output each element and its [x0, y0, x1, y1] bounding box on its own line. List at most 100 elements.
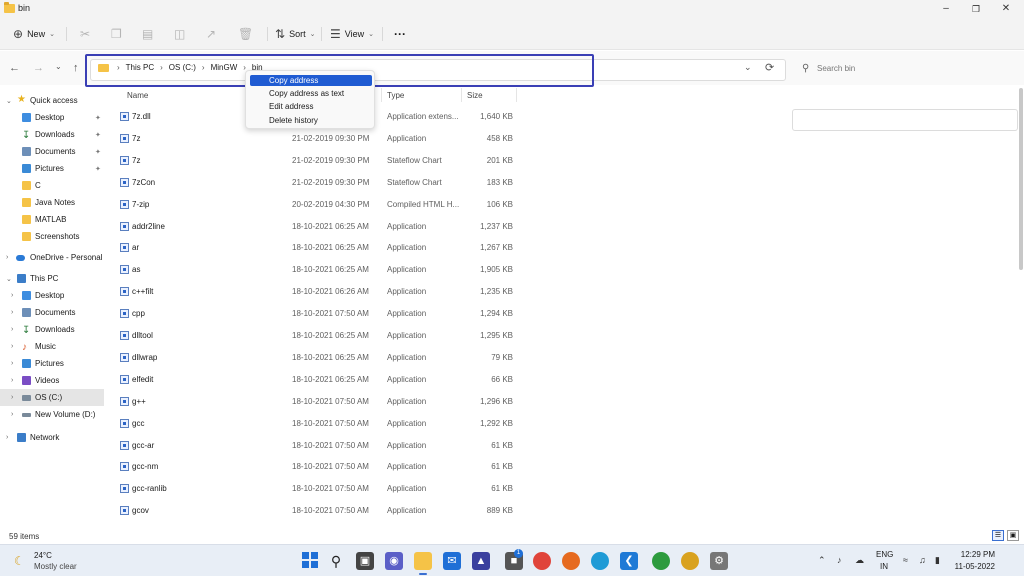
nav-os-c[interactable]: › OS (C:) — [0, 389, 104, 406]
column-header-size[interactable]: Size — [467, 91, 483, 100]
file-row[interactable]: 7zCon 21-02-2019 09:30 PM Stateflow Chart 1… — [106, 172, 626, 194]
copy-button[interactable]: ❐ — [111, 26, 122, 42]
chevron-right-icon[interactable]: › — [11, 411, 13, 418]
share-button[interactable]: ↗ — [206, 26, 216, 42]
nav-pictures[interactable]: Pictures ✦ — [0, 160, 104, 177]
microphone-icon[interactable]: ♪ — [837, 555, 842, 565]
nav-onedrive[interactable]: › OneDrive - Personal — [0, 249, 104, 266]
rename-button[interactable]: ◫ — [174, 26, 185, 42]
file-row[interactable]: gcc-nm 18-10-2021 07:50 AM Application 61 K… — [106, 456, 626, 478]
vertical-scrollbar[interactable] — [1019, 88, 1023, 270]
address-dropdown-icon[interactable]: ⌄ — [744, 62, 752, 73]
file-row[interactable]: addr2line 18-10-2021 06:25 AM Application 1… — [106, 216, 626, 238]
chrome-profile-icon[interactable] — [652, 552, 670, 570]
view-button[interactable]: ☰ View ⌄ — [330, 26, 374, 42]
chrome-icon[interactable] — [533, 552, 551, 570]
nav-matlab[interactable]: MATLAB — [0, 211, 104, 228]
nav-pc-downloads[interactable]: › ↧ Downloads — [0, 321, 104, 338]
column-divider[interactable] — [461, 88, 462, 102]
chevron-right-icon[interactable]: › — [11, 343, 13, 350]
menu-item-copy-address-as-text[interactable]: Copy address as text — [250, 88, 372, 99]
nav-this-pc[interactable]: ⌄ This PC — [0, 270, 104, 287]
file-row[interactable]: as 18-10-2021 06:25 AM Application 1,905 KB — [106, 259, 626, 281]
nav-documents[interactable]: Documents ✦ — [0, 143, 104, 160]
back-arrow-icon[interactable]: ← — [9, 62, 20, 74]
up-arrow-icon[interactable]: ↑ — [73, 62, 79, 74]
file-row[interactable]: dllwrap 18-10-2021 06:25 AM Application 79 … — [106, 347, 626, 369]
file-row[interactable]: gcc-ar 18-10-2021 07:50 AM Application 61 K… — [106, 435, 626, 457]
chat-icon[interactable]: ◉ — [385, 552, 403, 570]
vscode-icon[interactable]: ❮ — [620, 552, 638, 570]
file-row[interactable]: ar 18-10-2021 06:25 AM Application 1,267 KB — [106, 237, 626, 259]
menu-item-edit-address[interactable]: Edit address — [250, 101, 372, 112]
pin-icon[interactable]: ✦ — [95, 114, 101, 122]
column-header-name[interactable]: Name — [127, 91, 148, 100]
nav-desktop[interactable]: Desktop ✦ — [0, 109, 104, 126]
file-row[interactable]: gcov 18-10-2021 07:50 AM Application 889 KB — [106, 500, 626, 522]
column-header-type[interactable]: Type — [387, 91, 404, 100]
chevron-right-icon[interactable]: › — [11, 309, 13, 316]
close-button[interactable]: ✕ — [996, 2, 1016, 16]
chevron-up-icon[interactable]: ⌃ — [818, 555, 826, 566]
weather-temperature[interactable]: 24°C — [34, 551, 52, 560]
cloud-icon[interactable]: ☁ — [855, 555, 864, 566]
moon-weather-icon[interactable]: ☾ — [14, 554, 25, 568]
details-view-icon[interactable]: ☰ — [992, 530, 1004, 541]
forward-arrow-icon[interactable]: → — [33, 62, 44, 74]
nav-music[interactable]: › ♪ Music — [0, 338, 104, 355]
paste-button[interactable]: ▤ — [142, 26, 153, 42]
chevron-right-icon[interactable]: › — [11, 360, 13, 367]
clock-date[interactable]: 11-05-2022 — [953, 562, 995, 571]
column-divider[interactable] — [516, 88, 517, 102]
chevron-right-icon[interactable]: › — [11, 292, 13, 299]
new-button[interactable]: ⊕ New ⌄ — [13, 26, 55, 42]
language-indicator[interactable]: ENG — [876, 550, 893, 559]
menu-item-copy-address[interactable]: Copy address — [250, 75, 372, 86]
pin-icon[interactable]: ✦ — [95, 131, 101, 139]
nav-pc-desktop[interactable]: › Desktop — [0, 287, 104, 304]
sort-button[interactable]: ⇅ Sort ⌄ — [275, 26, 315, 42]
chevron-down-icon[interactable]: ⌄ — [6, 97, 12, 105]
nav-downloads[interactable]: ↧ Downloads ✦ — [0, 126, 104, 143]
nav-new-volume[interactable]: › New Volume (D:) — [0, 406, 104, 423]
chevron-right-icon[interactable]: › — [6, 254, 8, 261]
file-row[interactable]: elfedit 18-10-2021 06:25 AM Application 66 … — [106, 369, 626, 391]
region-indicator[interactable]: IN — [880, 562, 888, 571]
pin-icon[interactable]: ✦ — [95, 148, 101, 156]
weather-condition[interactable]: Mostly clear — [34, 562, 77, 571]
search-icon[interactable]: ⚲ — [327, 552, 345, 570]
edge-icon[interactable] — [591, 552, 609, 570]
start-windows-icon[interactable] — [301, 552, 319, 570]
chevron-right-icon[interactable]: › — [11, 377, 13, 384]
search-input[interactable] — [792, 109, 1018, 131]
recent-chevron-icon[interactable]: ⌄ — [55, 62, 62, 71]
nav-quick-access[interactable]: ⌄ ★ Quick access — [0, 92, 104, 109]
pin-icon[interactable]: ✦ — [95, 165, 101, 173]
file-row[interactable]: 7-zip 20-02-2019 04:30 PM Compiled HTML H.… — [106, 194, 626, 216]
nav-videos[interactable]: › Videos — [0, 372, 104, 389]
file-row[interactable]: c++filt 18-10-2021 06:26 AM Application 1,2… — [106, 281, 626, 303]
tiles-view-icon[interactable]: ▣ — [1007, 530, 1019, 541]
chrome-profile-icon[interactable] — [681, 552, 699, 570]
file-row[interactable]: gcc-ranlib 18-10-2021 07:50 AM Application… — [106, 478, 626, 500]
file-row[interactable]: dlltool 18-10-2021 06:25 AM Application 1,2… — [106, 325, 626, 347]
restore-button[interactable]: ❐ — [966, 2, 986, 16]
menu-item-delete-history[interactable]: Delete history — [250, 115, 372, 126]
column-divider[interactable] — [381, 88, 382, 102]
chevron-right-icon[interactable]: › — [11, 326, 13, 333]
firefox-icon[interactable] — [562, 552, 580, 570]
chevron-right-icon[interactable]: › — [6, 434, 8, 441]
file-row[interactable]: gcc 18-10-2021 07:50 AM Application 1,292 K… — [106, 413, 626, 435]
app-icon[interactable]: ▲ — [472, 552, 490, 570]
file-row[interactable]: 7z 21-02-2019 09:30 PM Application 458 KB — [106, 128, 626, 150]
clock-time[interactable]: 12:29 PM — [957, 550, 995, 559]
refresh-icon[interactable]: ⟳ — [765, 61, 774, 74]
battery-icon[interactable]: ▮ — [935, 555, 940, 566]
speaker-icon[interactable]: ♫ — [919, 555, 926, 565]
mail-icon[interactable]: ✉ — [443, 552, 461, 570]
nav-network[interactable]: › Network — [0, 429, 104, 446]
nav-screenshots[interactable]: Screenshots — [0, 228, 104, 245]
file-explorer-icon[interactable] — [414, 552, 432, 575]
nav-c[interactable]: C — [0, 177, 104, 194]
file-row[interactable]: cpp 18-10-2021 07:50 AM Application 1,294 K… — [106, 303, 626, 325]
